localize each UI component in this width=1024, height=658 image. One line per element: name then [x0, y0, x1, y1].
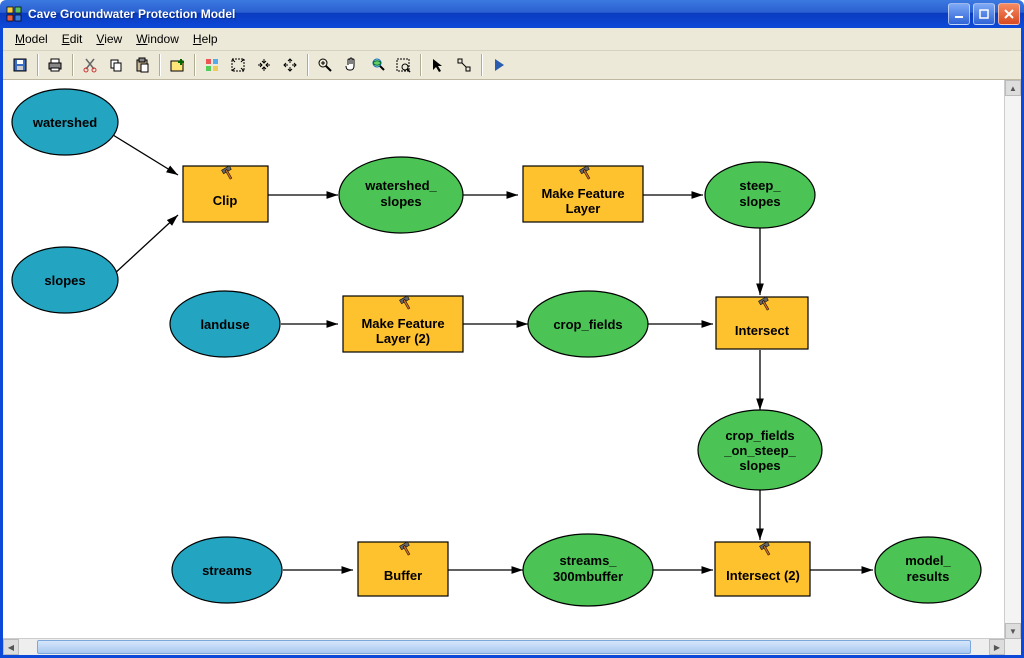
window-titlebar: Cave Groundwater Protection Model	[0, 0, 1024, 28]
node-clip[interactable]: Clip	[183, 166, 268, 222]
zoom-extent-icon[interactable]	[365, 53, 389, 77]
node-intersect[interactable]: Intersect	[716, 297, 808, 349]
menu-edit[interactable]: Edit	[56, 30, 89, 48]
svg-text:crop_fields: crop_fields	[553, 317, 622, 332]
window-close-button[interactable]	[998, 3, 1020, 25]
svg-text:model_: model_	[905, 553, 951, 568]
node-crop-fields-on-steep-slopes[interactable]: crop_fields _on_steep_ slopes	[698, 410, 822, 490]
svg-text:Buffer: Buffer	[384, 568, 422, 583]
run-icon[interactable]	[487, 53, 511, 77]
save-icon[interactable]	[8, 53, 32, 77]
svg-text:_on_steep_: _on_steep_	[723, 443, 796, 458]
svg-text:landuse: landuse	[200, 317, 249, 332]
node-buffer[interactable]: Buffer	[358, 542, 448, 596]
menubar: Model Edit View Window Help	[3, 28, 1021, 51]
print-icon[interactable]	[43, 53, 67, 77]
svg-text:streams_: streams_	[559, 553, 617, 568]
svg-text:watershed_: watershed_	[364, 178, 437, 193]
select-tool-icon[interactable]	[426, 53, 450, 77]
node-make-feature-layer[interactable]: Make Feature Layer	[523, 166, 643, 222]
svg-text:watershed: watershed	[32, 115, 97, 130]
svg-text:streams: streams	[202, 563, 252, 578]
scroll-up-icon[interactable]: ▲	[1005, 80, 1021, 96]
scroll-right-icon[interactable]: ▶	[989, 639, 1005, 655]
svg-text:slopes: slopes	[44, 273, 85, 288]
layout-arrows-out-icon[interactable]	[278, 53, 302, 77]
node-streams[interactable]: streams	[172, 537, 282, 603]
window-title: Cave Groundwater Protection Model	[28, 7, 948, 21]
node-streams-300mbuffer[interactable]: streams_ 300mbuffer	[523, 534, 653, 606]
layout-arrows-in-icon[interactable]	[252, 53, 276, 77]
vertical-scrollbar[interactable]: ▲ ▼	[1004, 80, 1021, 639]
menu-help[interactable]: Help	[187, 30, 224, 48]
menu-window[interactable]: Window	[130, 30, 185, 48]
node-watershed[interactable]: watershed	[12, 89, 118, 155]
svg-text:Intersect: Intersect	[735, 323, 790, 338]
horizontal-scrollbar[interactable]: ◀ ▶	[3, 638, 1005, 655]
svg-text:Make Feature: Make Feature	[541, 186, 624, 201]
zoom-in-icon[interactable]	[313, 53, 337, 77]
svg-text:Intersect (2): Intersect (2)	[726, 568, 800, 583]
node-slopes[interactable]: slopes	[12, 247, 118, 313]
add-data-icon[interactable]	[165, 53, 189, 77]
scrollbar-corner	[1005, 639, 1021, 655]
scroll-left-icon[interactable]: ◀	[3, 639, 19, 655]
node-model-results[interactable]: model_ results	[875, 537, 981, 603]
flowchart-svg: watershed slopes Clip watershed_ slopes	[3, 80, 1005, 636]
cut-icon[interactable]	[78, 53, 102, 77]
window-minimize-button[interactable]	[948, 3, 970, 25]
window-maximize-button[interactable]	[973, 3, 995, 25]
pan-icon[interactable]	[339, 53, 363, 77]
svg-text:slopes: slopes	[739, 458, 780, 473]
auto-layout-icon[interactable]	[200, 53, 224, 77]
paste-icon[interactable]	[130, 53, 154, 77]
model-canvas[interactable]: watershed slopes Clip watershed_ slopes	[3, 80, 1005, 639]
connect-tool-icon[interactable]	[452, 53, 476, 77]
model-canvas-area: watershed slopes Clip watershed_ slopes	[3, 80, 1021, 655]
svg-text:results: results	[907, 569, 950, 584]
app-icon	[6, 6, 22, 22]
full-extent-icon[interactable]	[226, 53, 250, 77]
node-watershed-slopes[interactable]: watershed_ slopes	[339, 157, 463, 233]
copy-icon[interactable]	[104, 53, 128, 77]
svg-text:crop_fields: crop_fields	[725, 428, 794, 443]
svg-text:Clip: Clip	[213, 193, 238, 208]
svg-text:Make Feature: Make Feature	[361, 316, 444, 331]
toolbar	[3, 51, 1021, 80]
node-steep-slopes[interactable]: steep_ slopes	[705, 162, 815, 228]
node-landuse[interactable]: landuse	[170, 291, 280, 357]
svg-text:slopes: slopes	[380, 194, 421, 209]
node-make-feature-layer-2[interactable]: Make Feature Layer (2)	[343, 296, 463, 352]
scroll-down-icon[interactable]: ▼	[1005, 623, 1021, 639]
menu-view[interactable]: View	[90, 30, 128, 48]
zoom-selection-icon[interactable]	[391, 53, 415, 77]
svg-text:steep_: steep_	[739, 178, 781, 193]
menu-model[interactable]: Model	[9, 30, 54, 48]
svg-text:Layer: Layer	[566, 201, 601, 216]
node-crop-fields[interactable]: crop_fields	[528, 291, 648, 357]
node-intersect-2[interactable]: Intersect (2)	[715, 542, 810, 596]
svg-text:300mbuffer: 300mbuffer	[553, 569, 623, 584]
svg-text:slopes: slopes	[739, 194, 780, 209]
svg-text:Layer (2): Layer (2)	[376, 331, 430, 346]
